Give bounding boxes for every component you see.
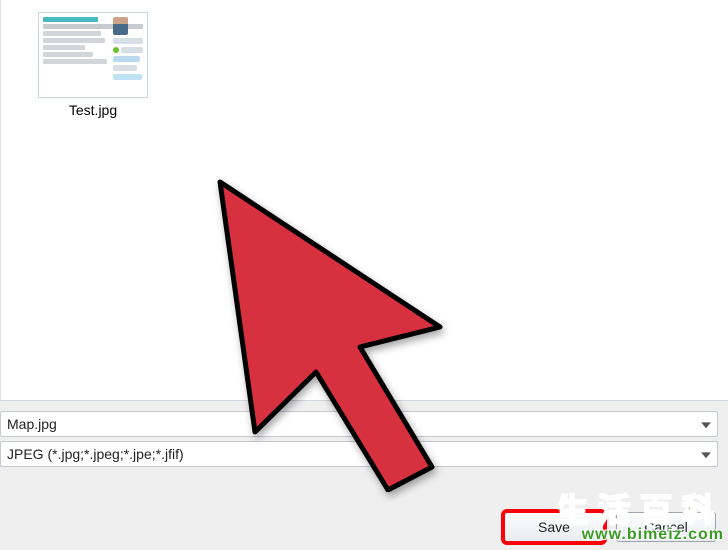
- filename-combo[interactable]: Map.jpg: [0, 411, 718, 437]
- file-item[interactable]: Test.jpg: [33, 12, 153, 118]
- filename-value: Map.jpg: [7, 416, 57, 432]
- save-dialog: Test.jpg Map.jpg JPEG (*.jpg;*.jpeg;*.jp…: [0, 0, 728, 550]
- save-button[interactable]: Save: [504, 512, 604, 542]
- save-bottom-panel: Map.jpg JPEG (*.jpg;*.jpeg;*.jpe;*.jfif)…: [0, 400, 728, 550]
- filetype-combo[interactable]: JPEG (*.jpg;*.jpeg;*.jpe;*.jfif): [0, 441, 718, 467]
- save-button-label: Save: [538, 519, 570, 535]
- file-grid: Test.jpg: [1, 0, 728, 400]
- cancel-button[interactable]: Cancel: [616, 512, 716, 542]
- filetype-value: JPEG (*.jpg;*.jpeg;*.jpe;*.jfif): [7, 446, 184, 462]
- file-label: Test.jpg: [33, 102, 153, 118]
- dialog-button-row: Save Cancel: [0, 512, 728, 542]
- file-browser-area[interactable]: Test.jpg: [0, 0, 728, 400]
- chevron-down-icon: [701, 452, 711, 458]
- cancel-button-label: Cancel: [644, 519, 688, 535]
- chevron-down-icon: [701, 422, 711, 428]
- file-thumbnail: [38, 12, 148, 98]
